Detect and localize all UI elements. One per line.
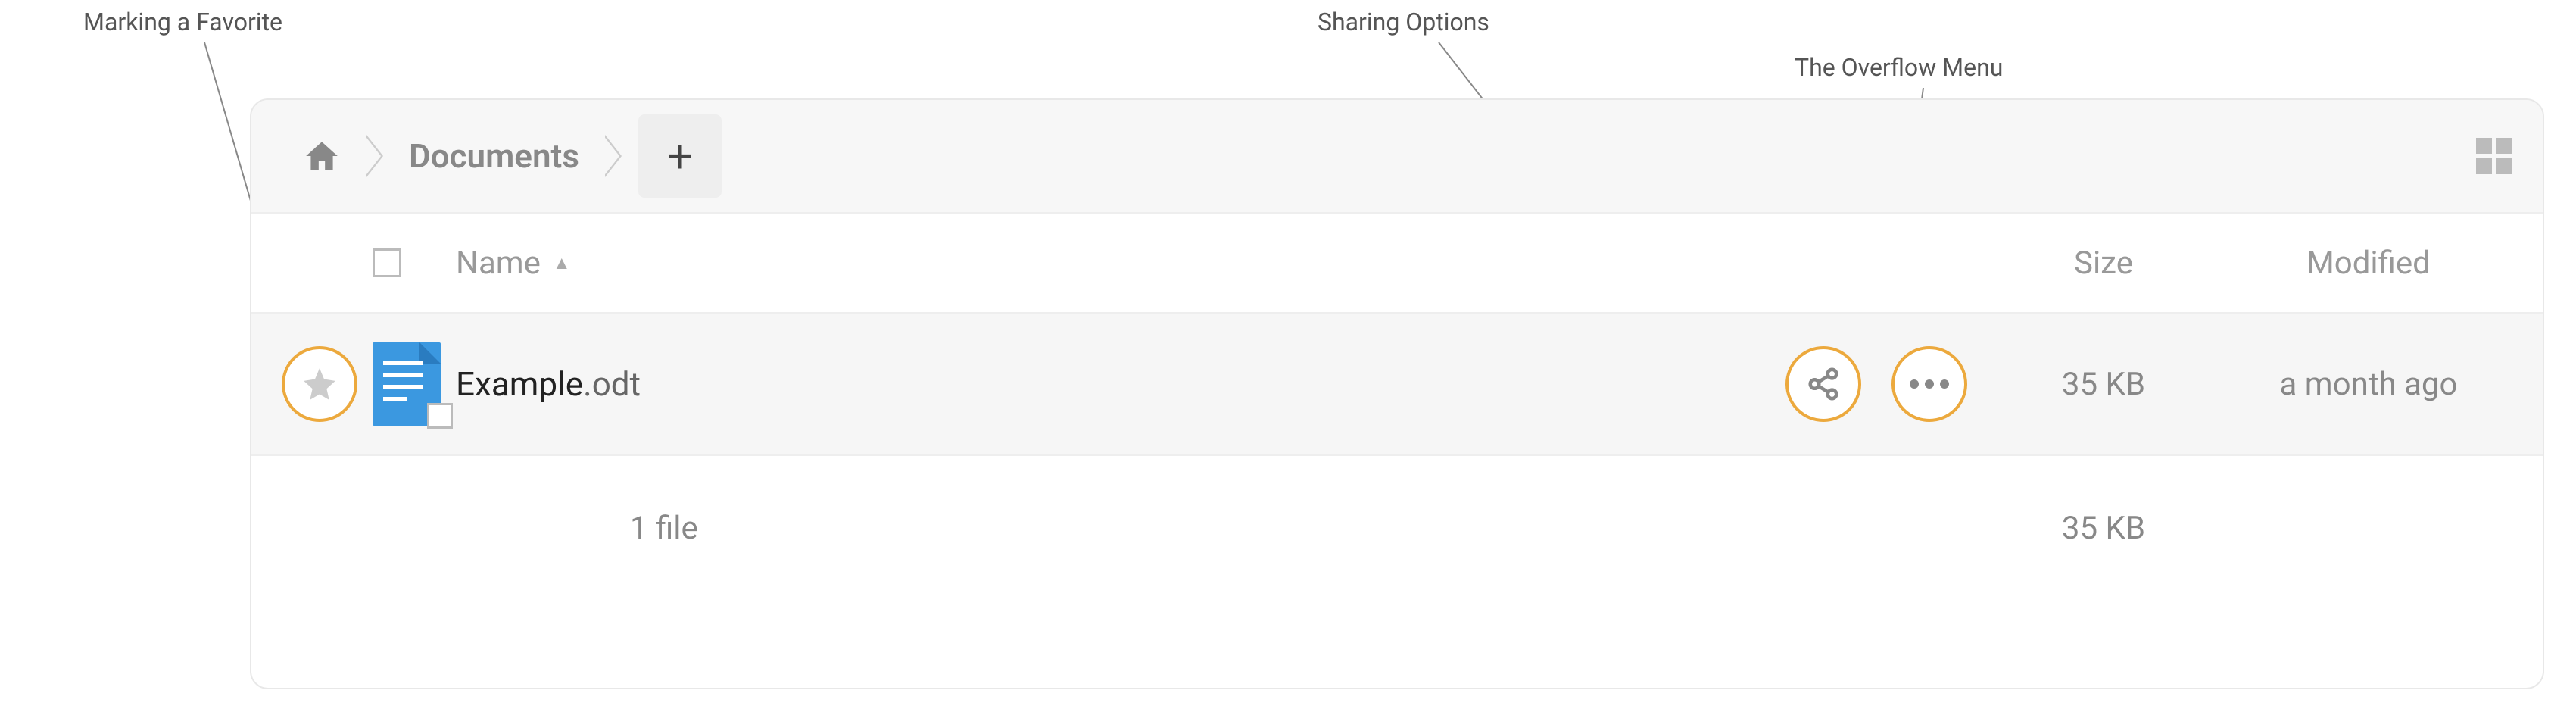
breadcrumb-bar: Documents + [251, 100, 2543, 214]
file-basename: Example [456, 364, 583, 404]
column-header-size[interactable]: Size [1982, 245, 2225, 282]
file-extension: .odt [583, 364, 641, 404]
breadcrumb-current[interactable]: Documents [388, 100, 600, 212]
favorite-button[interactable] [282, 346, 357, 422]
column-header-name[interactable]: Name ▲ [456, 245, 1785, 282]
summary-count: 1 file [630, 510, 698, 547]
file-modified: a month ago [2280, 366, 2458, 403]
share-icon [1806, 367, 1841, 401]
header-size-label: Size [2074, 245, 2133, 282]
summary-total-size: 35 KB [2062, 510, 2145, 547]
add-button[interactable]: + [638, 114, 722, 198]
summary-row: 1 file 35 KB [251, 456, 2543, 600]
plus-icon: + [667, 130, 693, 183]
annotation-sharing: Sharing Options [1318, 8, 1489, 36]
column-header-row: Name ▲ Size Modified [251, 214, 2543, 312]
header-modified-label: Modified [2306, 245, 2431, 282]
overflow-menu-button[interactable] [1891, 346, 1967, 422]
more-icon [1910, 379, 1949, 389]
header-name-label: Name [456, 245, 541, 282]
star-icon [301, 365, 338, 403]
breadcrumb-current-label: Documents [409, 136, 579, 176]
file-manager-panel: Documents + Name ▲ Size Modified [250, 98, 2544, 689]
breadcrumb-home[interactable] [282, 100, 362, 212]
view-toggle-grid[interactable] [2476, 138, 2512, 174]
share-button[interactable] [1785, 346, 1861, 422]
home-icon [303, 137, 341, 175]
file-size: 35 KB [2062, 366, 2145, 403]
file-select-checkbox[interactable] [427, 403, 453, 429]
breadcrumb-separator [366, 135, 383, 177]
select-all-checkbox[interactable] [373, 248, 401, 277]
breadcrumb-separator [605, 135, 622, 177]
column-header-modified[interactable]: Modified [2225, 245, 2512, 282]
annotation-overflow: The Overflow Menu [1795, 53, 2003, 82]
file-icon-wrap [373, 342, 456, 426]
sort-ascending-icon: ▲ [553, 252, 571, 274]
annotation-favorite: Marking a Favorite [83, 8, 282, 36]
file-row[interactable]: Example.odt 35 KB a month ago [251, 312, 2543, 456]
